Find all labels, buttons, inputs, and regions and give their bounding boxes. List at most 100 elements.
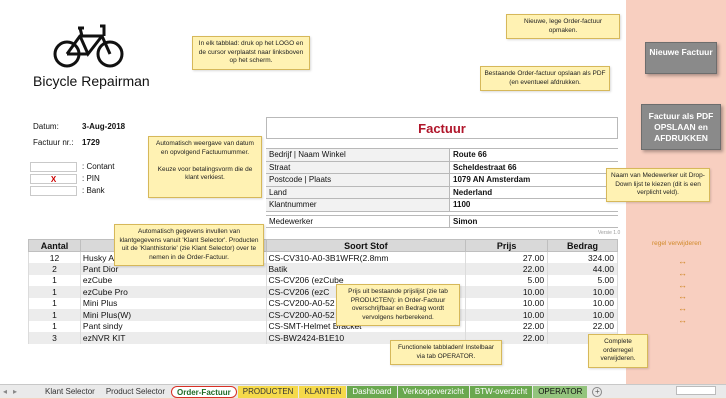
- table-row[interactable]: 1 Pant sindy CS-SMT-Helmet Bracket 22.00…: [28, 320, 618, 332]
- delete-row-icon[interactable]: ↔: [678, 315, 687, 325]
- delete-row-icon[interactable]: ↔: [678, 268, 687, 278]
- cell-prijs[interactable]: 10.00: [465, 309, 549, 321]
- cell-aantal[interactable]: 12: [28, 251, 81, 263]
- customer-row-postcode: Postcode | Plaats 1079 AN Amsterdam: [266, 174, 618, 187]
- customer-value[interactable]: 1079 AN Amsterdam: [450, 174, 530, 186]
- cell-prijs[interactable]: 10.00: [465, 297, 549, 309]
- cell-aantal[interactable]: 1: [28, 297, 81, 309]
- tab-operator[interactable]: OPERATOR: [533, 385, 588, 398]
- tab-order-factuur[interactable]: Order-Factuur: [170, 385, 237, 398]
- add-sheet-icon[interactable]: +: [592, 386, 603, 397]
- cell-prijs[interactable]: 5.00: [465, 274, 549, 286]
- payment-option-contant[interactable]: : Contant: [30, 162, 114, 174]
- note-klant: Automatisch gegevens invullen van klantg…: [114, 224, 264, 266]
- payment-checkbox-pin[interactable]: X: [30, 174, 77, 184]
- table-row[interactable]: 1 Mini Plus(W) CS-CV200-A0-52 10.00 10.0…: [28, 309, 618, 321]
- table-row[interactable]: 1 Mini Plus CS-CV200-A0-52 10.00 10.00: [28, 297, 618, 309]
- bicycle-icon[interactable]: [52, 22, 126, 72]
- cell-product[interactable]: ezCube: [79, 274, 267, 286]
- cell-bedrag: 10.00: [547, 286, 618, 298]
- cell-product[interactable]: Mini Plus: [79, 297, 267, 309]
- tab-btw-overzicht[interactable]: BTW-overzicht: [469, 385, 533, 398]
- note-tabbladen: Functionele tabbladen! Instelbaar via ta…: [390, 340, 502, 365]
- header-bedrag: Bedrag: [547, 239, 618, 252]
- delete-row-icon[interactable]: ↔: [678, 256, 687, 266]
- nieuwe-factuur-button[interactable]: Nieuwe Factuur: [645, 42, 717, 74]
- table-row[interactable]: 1 ezCube CS-CV206 (ezCube 5.00 5.00: [28, 274, 618, 286]
- tab-klant-selector[interactable]: Klant Selector: [40, 386, 100, 398]
- header-soort-stof: Soort Stof: [265, 239, 467, 252]
- note-datum: Automatisch weergave van datum en opvolg…: [148, 136, 262, 198]
- cell-code[interactable]: Batik: [265, 263, 467, 275]
- customer-row-straat: Straat Scheldestraat 66: [266, 161, 618, 174]
- payment-checkbox-contant[interactable]: [30, 162, 77, 172]
- tab-product-selector[interactable]: Product Selector: [101, 386, 170, 398]
- delete-row-icon[interactable]: ↔: [678, 291, 687, 301]
- cell-bedrag: 324.00: [547, 251, 618, 263]
- payment-option-pin[interactable]: X : PIN: [30, 174, 114, 186]
- table-row[interactable]: 3 ezNVR KIT CS-BW2424-B1E10 22.00: [28, 332, 618, 344]
- medewerker-label: Medewerker: [266, 216, 450, 227]
- customer-key: Klantnummer: [266, 199, 450, 211]
- datum-label: Datum:: [33, 122, 59, 131]
- cell-aantal[interactable]: 1: [28, 286, 81, 298]
- delete-row-icon[interactable]: ↔: [678, 280, 687, 290]
- cell-product[interactable]: Pant sindy: [79, 320, 267, 332]
- regel-verwijderen-label: regel verwijderen: [652, 240, 702, 247]
- cell-prijs[interactable]: 22.00: [465, 263, 549, 275]
- cell-prijs[interactable]: 22.00: [465, 320, 549, 332]
- factuur-title: Factuur: [418, 120, 466, 136]
- tab-scroll-right-icon[interactable]: ▸: [10, 387, 20, 396]
- payment-label-pin: : PIN: [82, 174, 100, 183]
- customer-key: Bedrijf | Naam Winkel: [266, 149, 450, 161]
- factuur-title-box: Factuur: [266, 117, 618, 139]
- tab-verkoopoverzicht[interactable]: Verkoopoverzicht: [397, 385, 469, 398]
- factuur-nummer-label: Factuur nr.:: [33, 138, 74, 147]
- cell-product[interactable]: Mini Plus(W): [79, 309, 267, 321]
- cell-bedrag: 44.00: [547, 263, 618, 275]
- cell-bedrag: 22.00: [547, 320, 618, 332]
- customer-value[interactable]: Scheldestraat 66: [450, 162, 517, 174]
- factuur-nummer-value: 1729: [82, 138, 100, 147]
- cell-aantal[interactable]: 1: [28, 274, 81, 286]
- customer-value[interactable]: 1100: [450, 199, 470, 211]
- cell-product[interactable]: ezNVR KIT: [79, 332, 267, 344]
- payment-checkbox-bank[interactable]: [30, 186, 77, 196]
- medewerker-row: Medewerker Simon: [266, 215, 618, 228]
- cell-bedrag: 10.00: [547, 297, 618, 309]
- payment-label-bank: : Bank: [82, 186, 105, 195]
- customer-value[interactable]: Nederland: [450, 187, 492, 199]
- pdf-opslaan-button[interactable]: Factuur als PDF OPSLAAN en AFDRUKKEN: [641, 104, 721, 150]
- note-prijs: Prijs uit bestaande prijslijst (zie tab …: [336, 284, 460, 326]
- cell-prijs[interactable]: 27.00: [465, 251, 549, 263]
- cell-aantal[interactable]: 3: [28, 332, 81, 344]
- cell-bedrag: 10.00: [547, 309, 618, 321]
- payment-option-bank[interactable]: : Bank: [30, 186, 114, 198]
- cell-aantal[interactable]: 1: [28, 309, 81, 321]
- note-pdf: Bestaande Order-factuur opslaan als PDF …: [480, 66, 610, 91]
- cell-code[interactable]: CS-CV310-A0-3B1WFR(2.8mm: [265, 251, 467, 263]
- customer-key: Land: [266, 186, 450, 198]
- tab-dashboard[interactable]: Dashboard: [347, 385, 397, 398]
- horizontal-scrollbar[interactable]: [676, 386, 716, 395]
- datum-value: 3-Aug-2018: [82, 122, 126, 131]
- table-row[interactable]: 1 ezCube Pro CS-CV206 (ezC 10.00 10.00: [28, 286, 618, 298]
- logo-text[interactable]: Bicycle Repairman: [33, 73, 150, 89]
- cell-prijs[interactable]: 10.00: [465, 286, 549, 298]
- note-logo: In elk tabblad: druk op het LOGO en de c…: [192, 36, 310, 70]
- version-label: Versie 1.0: [598, 230, 621, 236]
- sheet-tab-bar: ◂ ▸ Klant Selector Product Selector Orde…: [0, 384, 726, 398]
- cell-product[interactable]: ezCube Pro: [79, 286, 267, 298]
- medewerker-dropdown[interactable]: Simon: [450, 216, 477, 227]
- cell-aantal[interactable]: 1: [28, 320, 81, 332]
- customer-row-bedrijf: Bedrijf | Naam Winkel Route 66: [266, 149, 618, 162]
- tab-scroll-left-icon[interactable]: ◂: [0, 387, 10, 396]
- tab-producten[interactable]: PRODUCTEN: [237, 385, 299, 398]
- note-orderregel: Complete orderregel verwijderen.: [588, 334, 648, 368]
- delete-row-icon[interactable]: ↔: [678, 303, 687, 313]
- tab-klanten[interactable]: KLANTEN: [299, 385, 347, 398]
- customer-value[interactable]: Route 66: [450, 149, 487, 161]
- customer-row-land: Land Nederland: [266, 186, 618, 199]
- cell-aantal[interactable]: 2: [28, 263, 81, 275]
- header-prijs: Prijs: [465, 239, 549, 252]
